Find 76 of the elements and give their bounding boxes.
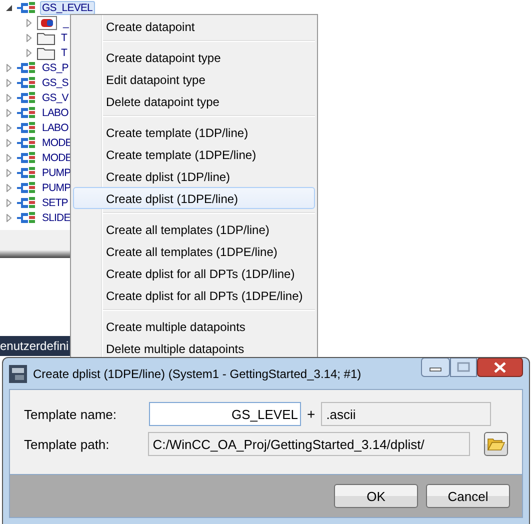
tree-item[interactable]: GS_V xyxy=(40,90,70,104)
collapsed-arrow-icon[interactable] xyxy=(5,198,13,206)
structure-icon xyxy=(17,76,36,88)
menu-item[interactable]: Create dplist for all DPTs (1DPE/line) xyxy=(73,284,315,306)
menu-item[interactable]: Create multiple datapoints xyxy=(73,315,315,337)
cancel-button[interactable]: Cancel xyxy=(426,484,510,508)
structure-icon xyxy=(17,152,36,164)
tree-item[interactable]: LABO xyxy=(40,106,70,120)
structure-icon xyxy=(17,166,36,178)
menu-item[interactable]: Create all templates (1DPE/line) xyxy=(73,240,315,262)
structure-icon xyxy=(17,106,36,118)
collapsed-arrow-icon[interactable] xyxy=(5,78,13,86)
collapsed-arrow-icon[interactable] xyxy=(5,108,13,116)
menu-item[interactable]: Create datapoint type xyxy=(73,46,315,68)
structure-icon xyxy=(17,212,36,224)
structure-icon xyxy=(17,182,36,194)
minimize-icon[interactable] xyxy=(421,358,450,377)
menu-item[interactable]: Create all templates (1DP/line) xyxy=(73,218,315,240)
collapsed-arrow-icon[interactable] xyxy=(25,48,33,56)
menu-item[interactable]: Create dplist for all DPTs (1DP/line) xyxy=(73,262,315,284)
collapsed-arrow-icon[interactable] xyxy=(25,34,33,42)
plus-sign: + xyxy=(307,406,316,422)
structure-icon xyxy=(17,62,36,74)
structure-icon xyxy=(17,92,36,104)
expanded-arrow-icon[interactable] xyxy=(5,4,13,12)
maximize-icon[interactable] xyxy=(450,358,477,377)
close-icon[interactable] xyxy=(477,358,523,377)
tree-item[interactable]: PUMP xyxy=(40,180,73,194)
folder-icon xyxy=(487,437,506,451)
readonly-field[interactable]: C:/WinCC_OA_Proj/GettingStarted_3.14/dplist/ xyxy=(148,432,470,456)
browse-button[interactable] xyxy=(484,432,508,456)
tree-item[interactable]: SETP xyxy=(40,196,70,210)
datapoint-icon xyxy=(37,16,57,30)
suffix-field[interactable]: .ascii xyxy=(321,402,492,426)
collapsed-arrow-icon[interactable] xyxy=(5,94,13,102)
menu-item[interactable]: Delete datapoint type xyxy=(73,90,315,112)
ok-button[interactable]: OK xyxy=(334,484,418,508)
folder-icon xyxy=(37,46,55,60)
collapsed-arrow-icon[interactable] xyxy=(5,124,13,132)
tab-label[interactable]: enutzerdefini xyxy=(0,336,72,356)
tree-item[interactable]: T xyxy=(59,46,70,60)
tree-item[interactable]: _ xyxy=(61,16,70,30)
collapsed-arrow-icon[interactable] xyxy=(5,214,13,222)
structure-icon xyxy=(17,122,36,134)
menu-item[interactable]: Create template (1DP/line) xyxy=(73,121,315,143)
splitter-bar[interactable] xyxy=(0,250,70,258)
tree-item[interactable]: PUMP xyxy=(40,166,73,180)
app-logo-icon xyxy=(9,364,27,382)
tree-item[interactable]: SLIDE xyxy=(40,210,72,224)
tree-item[interactable]: MODE xyxy=(40,136,74,150)
menu-item[interactable]: Create datapoint xyxy=(73,15,315,37)
collapsed-arrow-icon[interactable] xyxy=(5,138,13,146)
collapsed-arrow-icon[interactable] xyxy=(5,64,13,72)
collapsed-arrow-icon[interactable] xyxy=(5,154,13,162)
tree-item[interactable]: GS_P xyxy=(40,60,70,74)
tree-item[interactable]: GS_LEVEL xyxy=(40,0,94,14)
structure-icon xyxy=(17,2,36,14)
tree-item[interactable]: GS_S xyxy=(40,76,70,90)
menu-item[interactable]: Delete multiple datapoints xyxy=(73,337,315,359)
collapsed-arrow-icon[interactable] xyxy=(5,168,13,176)
menu-item[interactable]: Edit datapoint type xyxy=(73,68,315,90)
input-field[interactable]: GS_LEVEL xyxy=(149,402,301,426)
structure-icon xyxy=(17,136,36,148)
tree-item[interactable]: T xyxy=(59,30,70,44)
collapsed-arrow-icon[interactable] xyxy=(25,18,33,26)
menu-item[interactable]: Create template (1DPE/line) xyxy=(73,143,315,165)
menu-item[interactable]: Create dplist (1DPE/line) xyxy=(73,187,315,209)
menu-item[interactable]: Create dplist (1DP/line) xyxy=(73,165,315,187)
collapsed-arrow-icon[interactable] xyxy=(5,184,13,192)
tree-item[interactable]: MODE xyxy=(40,150,74,164)
window-title: Create dplist (1DPE/line) (System1 - GettingStarted_3.14; #1) xyxy=(33,366,362,380)
field-label: Template path: xyxy=(24,436,110,452)
field-label: Template name: xyxy=(24,406,118,422)
folder-icon xyxy=(37,30,55,44)
tree-item[interactable]: LABO xyxy=(40,120,70,134)
structure-icon xyxy=(17,196,36,208)
